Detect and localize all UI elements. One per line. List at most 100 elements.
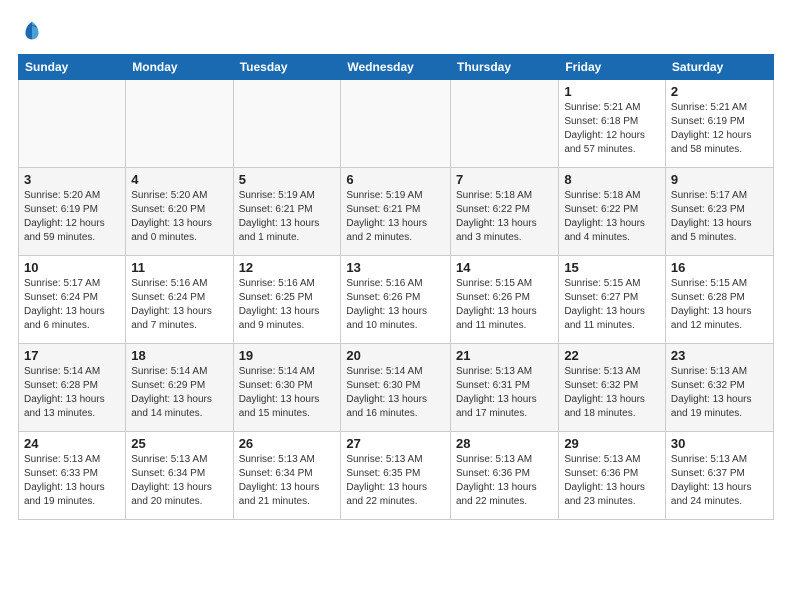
day-number: 28 — [456, 436, 553, 451]
calendar-cell: 11 Sunrise: 5:16 AM Sunset: 6:24 PM Dayli… — [126, 256, 233, 344]
weekday-thursday: Thursday — [450, 55, 558, 80]
calendar-table: SundayMondayTuesdayWednesdayThursdayFrid… — [18, 54, 774, 520]
day-info: Sunrise: 5:16 AM Sunset: 6:24 PM Dayligh… — [131, 277, 227, 333]
day-number: 24 — [24, 436, 120, 451]
day-info: Sunrise: 5:21 AM Sunset: 6:19 PM Dayligh… — [671, 101, 768, 157]
calendar-cell: 4 Sunrise: 5:20 AM Sunset: 6:20 PM Daylig… — [126, 168, 233, 256]
calendar-week-3: 17Sunrise: 5:14 AM Sunset: 6:28 PM Dayli… — [19, 344, 774, 432]
calendar-week-0: 1 Sunrise: 5:21 AM Sunset: 6:18 PM Daylig… — [19, 80, 774, 168]
day-number: 16 — [671, 260, 768, 275]
weekday-sunday: Sunday — [19, 55, 126, 80]
day-number: 11 — [131, 260, 227, 275]
logo — [18, 18, 50, 46]
calendar-cell: 18 Sunrise: 5:14 AM Sunset: 6:29 PM Dayli… — [126, 344, 233, 432]
calendar-cell: 7 Sunrise: 5:18 AM Sunset: 6:22 PM Daylig… — [450, 168, 558, 256]
day-number: 8 — [564, 172, 660, 187]
day-info: Sunrise: 5:13 AM Sunset: 6:36 PM Dayligh… — [456, 453, 553, 509]
day-info: Sunrise: 5:19 AM Sunset: 6:21 PM Dayligh… — [239, 189, 336, 245]
calendar-cell: 23 Sunrise: 5:13 AM Sunset: 6:32 PM Dayli… — [665, 344, 773, 432]
day-info: Sunrise: 5:14 AM Sunset: 6:29 PM Dayligh… — [131, 365, 227, 421]
day-info: Sunrise: 5:15 AM Sunset: 6:27 PM Dayligh… — [564, 277, 660, 333]
day-info: Sunrise: 5:13 AM Sunset: 6:31 PM Dayligh… — [456, 365, 553, 421]
calendar-cell: 16 Sunrise: 5:15 AM Sunset: 6:28 PM Dayli… — [665, 256, 773, 344]
calendar-cell: 13 Sunrise: 5:16 AM Sunset: 6:26 PM Dayli… — [341, 256, 451, 344]
day-number: 26 — [239, 436, 336, 451]
day-number: 13 — [346, 260, 445, 275]
calendar-cell — [233, 80, 341, 168]
day-number: 2 — [671, 84, 768, 99]
day-number: 7 — [456, 172, 553, 187]
calendar-cell: 9Sunrise: 5:17 AM Sunset: 6:23 PM Daylig… — [665, 168, 773, 256]
day-info: Sunrise: 5:19 AM Sunset: 6:21 PM Dayligh… — [346, 189, 445, 245]
day-number: 1 — [564, 84, 660, 99]
day-info: Sunrise: 5:20 AM Sunset: 6:20 PM Dayligh… — [131, 189, 227, 245]
calendar-cell: 25 Sunrise: 5:13 AM Sunset: 6:34 PM Dayli… — [126, 432, 233, 520]
day-info: Sunrise: 5:13 AM Sunset: 6:34 PM Dayligh… — [131, 453, 227, 509]
day-number: 4 — [131, 172, 227, 187]
day-number: 15 — [564, 260, 660, 275]
day-number: 21 — [456, 348, 553, 363]
day-info: Sunrise: 5:21 AM Sunset: 6:18 PM Dayligh… — [564, 101, 660, 157]
day-info: Sunrise: 5:13 AM Sunset: 6:32 PM Dayligh… — [564, 365, 660, 421]
day-info: Sunrise: 5:13 AM Sunset: 6:37 PM Dayligh… — [671, 453, 768, 509]
header — [18, 18, 774, 46]
day-info: Sunrise: 5:13 AM Sunset: 6:32 PM Dayligh… — [671, 365, 768, 421]
weekday-friday: Friday — [559, 55, 666, 80]
calendar-cell: 30 Sunrise: 5:13 AM Sunset: 6:37 PM Dayli… — [665, 432, 773, 520]
day-number: 23 — [671, 348, 768, 363]
calendar-cell: 12 Sunrise: 5:16 AM Sunset: 6:25 PM Dayli… — [233, 256, 341, 344]
day-number: 30 — [671, 436, 768, 451]
day-number: 19 — [239, 348, 336, 363]
page: SundayMondayTuesdayWednesdayThursdayFrid… — [0, 0, 792, 530]
day-number: 18 — [131, 348, 227, 363]
calendar-cell: 29 Sunrise: 5:13 AM Sunset: 6:36 PM Dayli… — [559, 432, 666, 520]
day-number: 20 — [346, 348, 445, 363]
calendar-cell: 8 Sunrise: 5:18 AM Sunset: 6:22 PM Daylig… — [559, 168, 666, 256]
day-info: Sunrise: 5:14 AM Sunset: 6:30 PM Dayligh… — [239, 365, 336, 421]
calendar-cell: 27Sunrise: 5:13 AM Sunset: 6:35 PM Dayli… — [341, 432, 451, 520]
weekday-monday: Monday — [126, 55, 233, 80]
day-number: 10 — [24, 260, 120, 275]
day-number: 6 — [346, 172, 445, 187]
weekday-wednesday: Wednesday — [341, 55, 451, 80]
calendar-cell — [126, 80, 233, 168]
day-info: Sunrise: 5:13 AM Sunset: 6:36 PM Dayligh… — [564, 453, 660, 509]
day-info: Sunrise: 5:18 AM Sunset: 6:22 PM Dayligh… — [564, 189, 660, 245]
day-number: 14 — [456, 260, 553, 275]
logo-icon — [18, 18, 46, 46]
calendar-cell: 17Sunrise: 5:14 AM Sunset: 6:28 PM Dayli… — [19, 344, 126, 432]
day-info: Sunrise: 5:16 AM Sunset: 6:26 PM Dayligh… — [346, 277, 445, 333]
day-number: 22 — [564, 348, 660, 363]
day-number: 9 — [671, 172, 768, 187]
calendar-cell: 24 Sunrise: 5:13 AM Sunset: 6:33 PM Dayli… — [19, 432, 126, 520]
day-info: Sunrise: 5:18 AM Sunset: 6:22 PM Dayligh… — [456, 189, 553, 245]
day-number: 25 — [131, 436, 227, 451]
calendar-cell: 22 Sunrise: 5:13 AM Sunset: 6:32 PM Dayli… — [559, 344, 666, 432]
calendar-cell: 3 Sunrise: 5:20 AM Sunset: 6:19 PM Daylig… — [19, 168, 126, 256]
calendar-week-4: 24 Sunrise: 5:13 AM Sunset: 6:33 PM Dayli… — [19, 432, 774, 520]
day-info: Sunrise: 5:20 AM Sunset: 6:19 PM Dayligh… — [24, 189, 120, 245]
calendar-cell: 26Sunrise: 5:13 AM Sunset: 6:34 PM Dayli… — [233, 432, 341, 520]
calendar-cell — [341, 80, 451, 168]
calendar-week-1: 3 Sunrise: 5:20 AM Sunset: 6:19 PM Daylig… — [19, 168, 774, 256]
day-info: Sunrise: 5:14 AM Sunset: 6:30 PM Dayligh… — [346, 365, 445, 421]
calendar-cell: 1 Sunrise: 5:21 AM Sunset: 6:18 PM Daylig… — [559, 80, 666, 168]
day-info: Sunrise: 5:14 AM Sunset: 6:28 PM Dayligh… — [24, 365, 120, 421]
day-info: Sunrise: 5:13 AM Sunset: 6:33 PM Dayligh… — [24, 453, 120, 509]
day-number: 29 — [564, 436, 660, 451]
day-info: Sunrise: 5:16 AM Sunset: 6:25 PM Dayligh… — [239, 277, 336, 333]
calendar-cell — [450, 80, 558, 168]
calendar-week-2: 10 Sunrise: 5:17 AM Sunset: 6:24 PM Dayli… — [19, 256, 774, 344]
day-info: Sunrise: 5:15 AM Sunset: 6:28 PM Dayligh… — [671, 277, 768, 333]
calendar-cell: 15 Sunrise: 5:15 AM Sunset: 6:27 PM Dayli… — [559, 256, 666, 344]
calendar-cell — [19, 80, 126, 168]
day-number: 12 — [239, 260, 336, 275]
calendar-cell: 20 Sunrise: 5:14 AM Sunset: 6:30 PM Dayli… — [341, 344, 451, 432]
calendar-cell: 14Sunrise: 5:15 AM Sunset: 6:26 PM Dayli… — [450, 256, 558, 344]
calendar-cell: 19 Sunrise: 5:14 AM Sunset: 6:30 PM Dayli… — [233, 344, 341, 432]
weekday-tuesday: Tuesday — [233, 55, 341, 80]
day-number: 3 — [24, 172, 120, 187]
calendar-cell: 6 Sunrise: 5:19 AM Sunset: 6:21 PM Daylig… — [341, 168, 451, 256]
day-info: Sunrise: 5:17 AM Sunset: 6:24 PM Dayligh… — [24, 277, 120, 333]
calendar-cell: 21 Sunrise: 5:13 AM Sunset: 6:31 PM Dayli… — [450, 344, 558, 432]
